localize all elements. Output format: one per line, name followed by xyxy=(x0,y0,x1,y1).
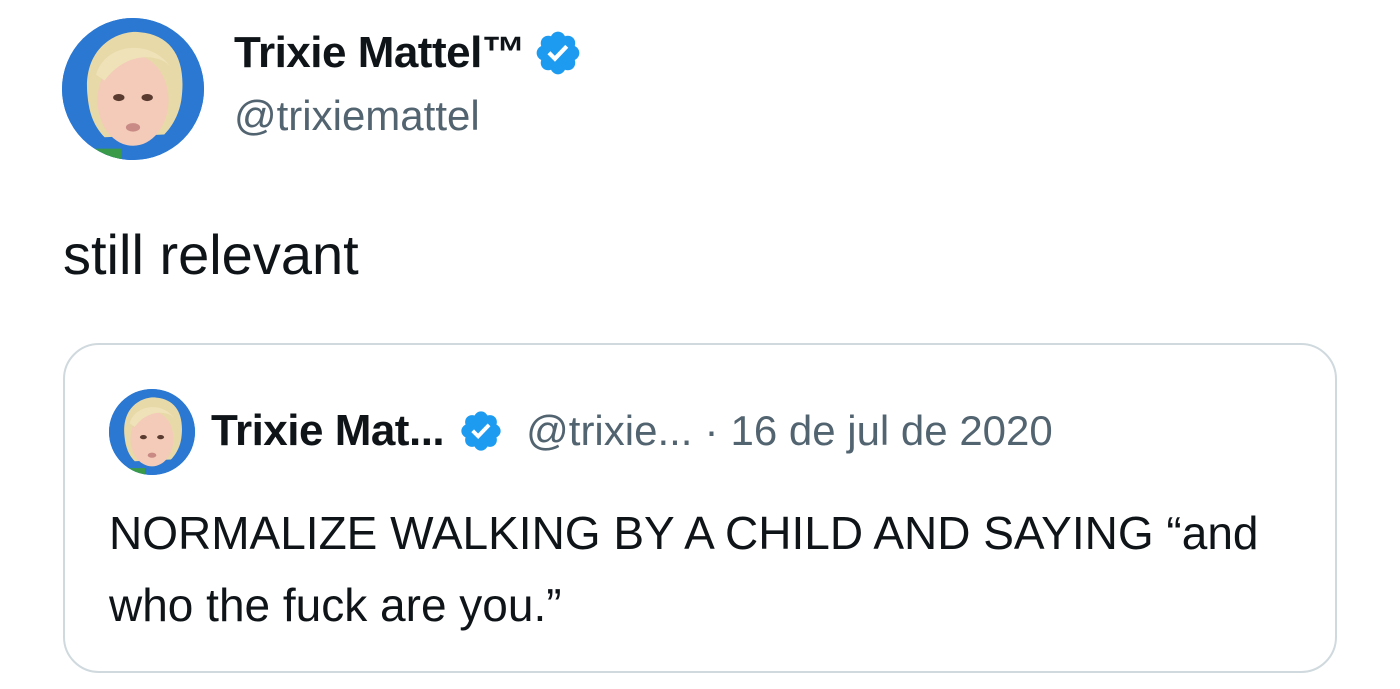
quoted-date[interactable]: 16 de jul de 2020 xyxy=(730,407,1052,455)
quoted-display-name[interactable]: Trixie Mat... xyxy=(211,406,445,456)
quoted-handle[interactable]: @trixie... xyxy=(526,407,692,455)
avatar[interactable] xyxy=(62,18,204,160)
quoted-tweet[interactable]: Trixie Mat... @trixie... · 16 de jul de … xyxy=(63,343,1337,673)
tweet: Trixie Mattel™ @trixiemattel still relev… xyxy=(0,0,1400,689)
tweet-text: still relevant xyxy=(63,223,359,286)
separator-dot: · xyxy=(704,407,719,454)
verified-badge-icon xyxy=(458,408,504,454)
verified-badge-icon xyxy=(533,28,583,78)
author-info: Trixie Mattel™ @trixiemattel xyxy=(234,24,583,140)
author-display-name[interactable]: Trixie Mattel™ xyxy=(234,28,526,78)
quoted-tweet-text: NORMALIZE WALKING BY A CHILD AND SAYING … xyxy=(109,507,1259,631)
avatar-image xyxy=(62,18,204,160)
quoted-avatar[interactable] xyxy=(109,389,195,475)
quoted-header: Trixie Mat... @trixie... · 16 de jul de … xyxy=(211,401,1053,461)
quoted-avatar-image xyxy=(109,389,195,475)
author-handle[interactable]: @trixiemattel xyxy=(234,92,583,140)
author-name-row: Trixie Mattel™ xyxy=(234,24,583,82)
